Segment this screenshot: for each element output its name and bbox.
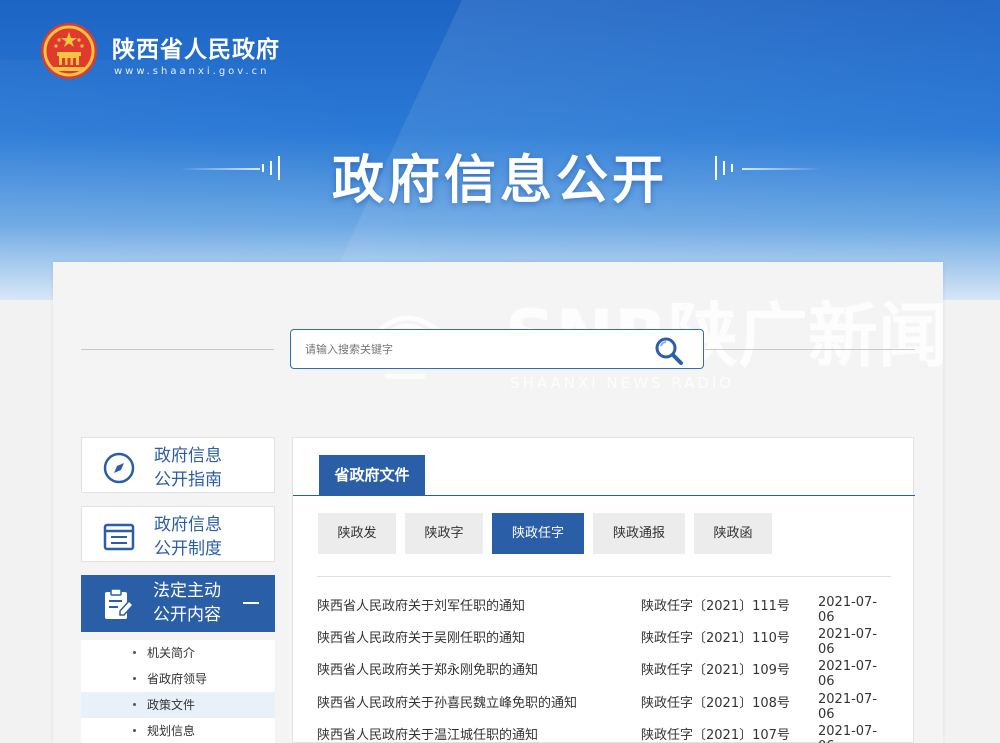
doc-number: 陕政任字〔2021〕111号: [641, 599, 790, 614]
site-name[interactable]: 陕西省人民政府: [112, 30, 280, 64]
doc-number: 陕政任字〔2021〕107号: [641, 728, 790, 743]
document-list-icon: [103, 523, 135, 551]
submenu-item-agency-intro[interactable]: 机关简介: [81, 640, 275, 666]
sidebar-submenu: 机关简介 省政府领导 政策文件 规划信息: [81, 640, 275, 743]
doc-title[interactable]: 陕西省人民政府关于温江城任职的通知: [317, 724, 538, 743]
doc-date: 2021-07-06: [818, 724, 878, 743]
category-tab-shaanzhengzi[interactable]: 陕政字: [405, 513, 483, 554]
doc-title[interactable]: 陕西省人民政府关于郑永刚免职的通知: [317, 659, 538, 678]
search-input[interactable]: [305, 339, 635, 359]
table-row[interactable]: 陕西省人民政府关于孙喜民魏立峰免职的通知 陕政任字〔2021〕108号 2021…: [317, 692, 891, 722]
content-panel: 省政府文件 陕政发 陕政字 陕政任字 陕政通报 陕政函 陕西省人民政府关于刘军任…: [292, 437, 915, 743]
doc-title[interactable]: 陕西省人民政府关于刘军任职的通知: [317, 595, 525, 614]
list-divider: [317, 576, 891, 577]
sidebar-item-label: 法定主动 公开内容: [153, 581, 221, 625]
doc-date: 2021-07-06: [818, 595, 878, 625]
doc-date: 2021-07-06: [818, 659, 878, 689]
doc-number: 陕政任字〔2021〕109号: [641, 663, 790, 678]
title-deco-line-right: [742, 168, 822, 170]
submenu-item-policy-docs[interactable]: 政策文件: [81, 692, 275, 718]
search-box[interactable]: [290, 329, 704, 369]
doc-number: 陕政任字〔2021〕108号: [641, 696, 790, 711]
doc-date: 2021-07-06: [818, 627, 878, 657]
clipboard-edit-icon: [105, 588, 134, 619]
category-tab-shaanzhengfa[interactable]: 陕政发: [318, 513, 396, 554]
category-tab-shaanzhengtongbao[interactable]: 陕政通报: [593, 513, 685, 554]
compass-icon: [103, 452, 135, 484]
national-emblem-icon[interactable]: [40, 22, 98, 80]
doc-number: 陕政任字〔2021〕110号: [641, 631, 790, 646]
submenu-item-planning[interactable]: 规划信息: [81, 718, 275, 743]
table-row[interactable]: 陕西省人民政府关于郑永刚免职的通知 陕政任字〔2021〕109号 2021-07…: [317, 659, 891, 689]
doc-title[interactable]: 陕西省人民政府关于孙喜民魏立峰免职的通知: [317, 692, 577, 711]
site-url[interactable]: www.shaanxi.gov.cn: [114, 66, 269, 77]
doc-title[interactable]: 陕西省人民政府关于吴刚任职的通知: [317, 627, 525, 646]
table-row[interactable]: 陕西省人民政府关于刘军任职的通知 陕政任字〔2021〕111号 2021-07-…: [317, 595, 891, 625]
sidebar-item-guide[interactable]: 政府信息 公开指南: [81, 437, 275, 493]
collapse-icon[interactable]: [243, 602, 259, 604]
section-title-tab[interactable]: 省政府文件: [319, 455, 425, 495]
search-deco-line-right: [705, 349, 915, 350]
doc-date: 2021-07-06: [818, 692, 878, 722]
page-title: 政府信息公开: [331, 151, 668, 211]
search-icon[interactable]: [653, 335, 685, 367]
category-tab-shaanzhengrenzi[interactable]: 陕政任字: [492, 513, 584, 554]
section-title-underline: [293, 495, 915, 496]
sidebar-item-label: 政府信息 公开指南: [154, 446, 222, 490]
table-row[interactable]: 陕西省人民政府关于吴刚任职的通知 陕政任字〔2021〕110号 2021-07-…: [317, 627, 891, 657]
sidebar-item-system[interactable]: 政府信息 公开制度: [81, 506, 275, 562]
sidebar-item-label: 政府信息 公开制度: [154, 515, 222, 559]
title-deco-bars-right: [715, 156, 739, 180]
sidebar-item-mandatory-disclosure[interactable]: 法定主动 公开内容: [81, 575, 275, 632]
submenu-item-leaders[interactable]: 省政府领导: [81, 666, 275, 692]
category-tab-shaanzhenghan[interactable]: 陕政函: [694, 513, 772, 554]
table-row[interactable]: 陕西省人民政府关于温江城任职的通知 陕政任字〔2021〕107号 2021-07…: [317, 724, 891, 743]
search-deco-line-left: [81, 349, 274, 350]
